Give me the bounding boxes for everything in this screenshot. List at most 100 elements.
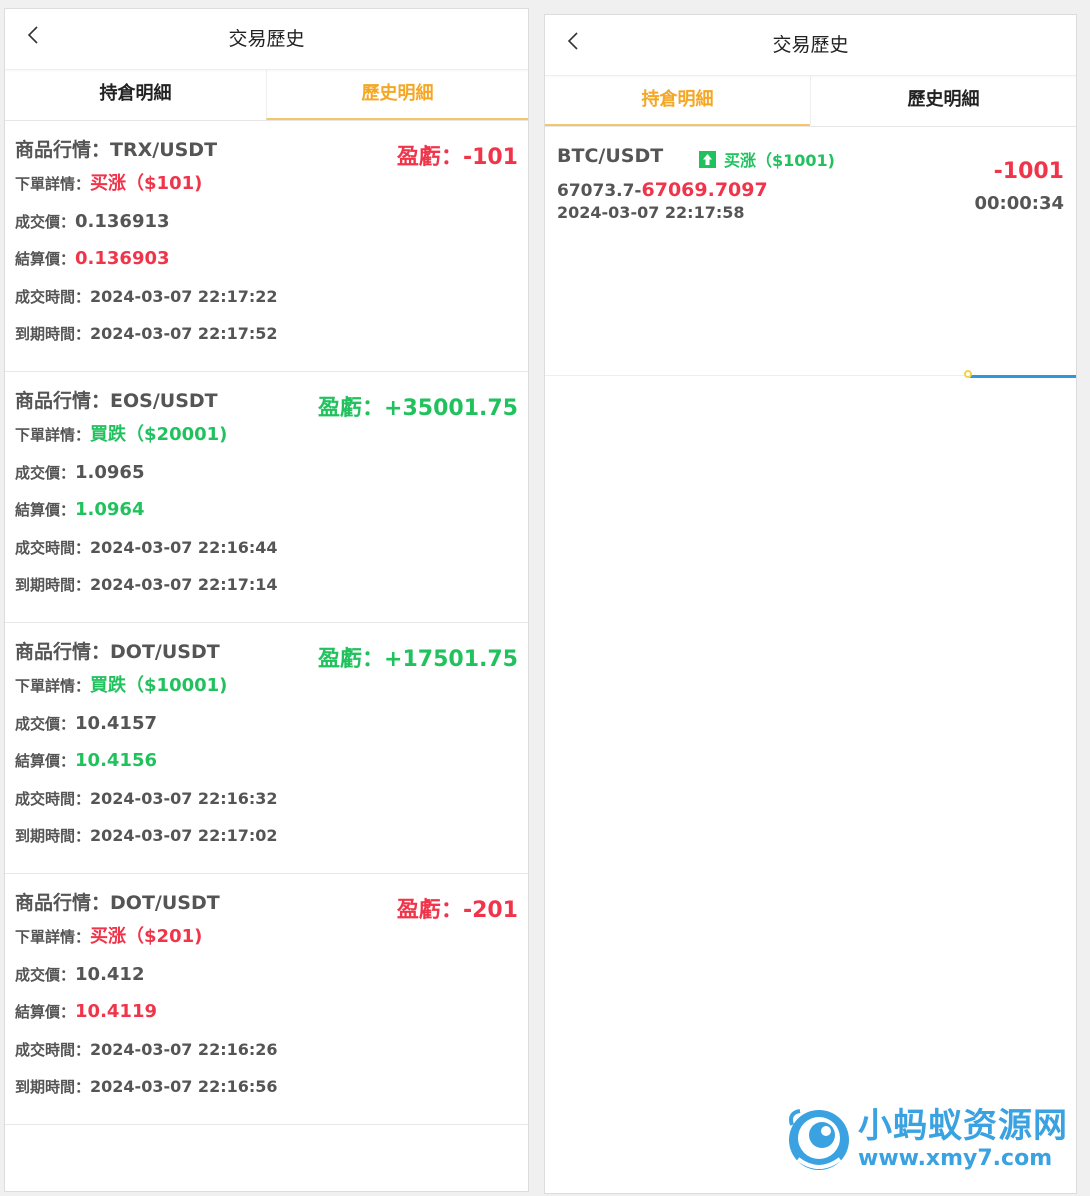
pnl-amount: -101 <box>462 145 518 170</box>
settle-price-row: 結算價：10.4119 <box>15 993 518 1031</box>
deal-time-label: 成交時間： <box>15 538 91 557</box>
order-label: 下單詳情： <box>15 426 91 444</box>
deal-price: 0.136913 <box>75 210 170 232</box>
pnl-label: 盈虧： <box>318 396 385 421</box>
page-title: 交易歷史 <box>772 34 849 56</box>
watermark: 小蚂蚁资源网 www.xmy7.com <box>784 1105 1068 1175</box>
countdown-timer: 00:00:34 <box>974 193 1064 214</box>
market-label: 商品行情： <box>15 139 111 161</box>
settle-price: 0.136903 <box>75 248 170 269</box>
order-detail: 买涨（$101) <box>90 173 203 194</box>
deal-time-label: 成交時間： <box>15 287 91 306</box>
pnl-amount: +17501.75 <box>384 647 518 672</box>
tab-positions[interactable]: 持倉明細 <box>545 76 810 126</box>
history-list: 商品行情：TRX/USDT 盈虧：-101 下單詳情：买涨（$101) 成交價：… <box>5 121 528 1125</box>
deal-time-row: 成交時間：2024-03-07 22:16:26 <box>15 1031 518 1069</box>
app-header: 交易歷史 <box>5 9 528 70</box>
tab-bar: 持倉明細 歷史明細 <box>545 76 1076 127</box>
deal-price-row: 成交價：10.4157 <box>15 705 518 743</box>
pnl-label: 盈虧： <box>318 647 385 672</box>
watermark-url: www.xmy7.com <box>858 1146 1053 1171</box>
page-title: 交易歷史 <box>228 28 305 50</box>
current-price: 67069.7097 <box>641 179 768 201</box>
deal-time: 2024-03-07 22:16:26 <box>90 1039 278 1059</box>
market-symbol: EOS/USDT <box>110 390 218 412</box>
expire-time: 2024-03-07 22:17:52 <box>90 324 278 343</box>
deal-price-row: 成交價：0.136913 <box>15 203 518 241</box>
deal-time-row: 成交時間：2024-03-07 22:17:22 <box>15 278 518 316</box>
pnl-amount: +35001.75 <box>384 396 518 421</box>
progress-marker <box>963 370 972 378</box>
deal-time: 2024-03-07 22:16:44 <box>90 537 278 557</box>
settle-price-label: 結算價： <box>15 752 76 770</box>
expire-time-row: 到期時間：2024-03-07 22:16:56 <box>15 1068 518 1106</box>
arrow-up-icon <box>699 150 716 168</box>
expire-time-label: 到期時間： <box>15 827 91 845</box>
tab-history[interactable]: 歷史明細 <box>266 70 528 120</box>
market-symbol: DOT/USDT <box>110 641 220 663</box>
position-prices: 67073.7-67069.7097 <box>557 179 768 201</box>
order-detail: 買跌（$20001) <box>90 424 228 445</box>
back-arrow-icon[interactable] <box>563 29 585 53</box>
deal-time-label: 成交時間： <box>15 789 91 808</box>
order-label: 下單詳情： <box>15 175 91 193</box>
deal-price: 10.412 <box>75 963 145 985</box>
deal-price-label: 成交價： <box>15 714 76 733</box>
tab-bar: 持倉明細 歷史明細 <box>5 70 528 121</box>
open-price: 67073.7- <box>557 181 642 201</box>
ant-logo-icon <box>789 1109 849 1170</box>
deal-price-label: 成交價： <box>15 212 76 231</box>
pnl-value: 盈虧：+35001.75 <box>318 390 518 422</box>
deal-time-row: 成交時間：2024-03-07 22:16:44 <box>15 529 518 567</box>
settle-price-label: 結算價： <box>15 501 76 519</box>
expire-time-label: 到期時間： <box>15 325 91 343</box>
order-detail: 买涨（$201) <box>90 926 203 947</box>
pnl-value: 盈虧：+17501.75 <box>318 641 518 673</box>
deal-price: 10.4157 <box>75 712 157 734</box>
tab-history[interactable]: 歷史明細 <box>810 76 1076 126</box>
tab-positions[interactable]: 持倉明細 <box>5 70 266 120</box>
settle-price-label: 結算價： <box>15 1003 76 1021</box>
settle-price-row: 結算價：10.4156 <box>15 742 518 780</box>
expire-time-row: 到期時間：2024-03-07 22:17:02 <box>15 817 518 855</box>
pnl-value: 盈虧：-201 <box>397 892 518 924</box>
position-pnl: -1001 <box>993 159 1064 184</box>
deal-price: 1.0965 <box>75 461 145 483</box>
deal-price-label: 成交價： <box>15 463 76 482</box>
expire-time-row: 到期時間：2024-03-07 22:17:52 <box>15 315 518 353</box>
position-item[interactable]: BTC/USDT 买涨（$1001) -1001 67073.7-67069.7… <box>545 127 1076 245</box>
deal-time: 2024-03-07 22:16:32 <box>90 788 278 808</box>
market-symbol: TRX/USDT <box>110 139 218 161</box>
deal-price-row: 成交價：10.412 <box>15 956 518 994</box>
market-label: 商品行情： <box>15 641 111 663</box>
deal-price-row: 成交價：1.0965 <box>15 454 518 492</box>
progress-bar <box>969 375 1076 378</box>
pnl-label: 盈虧： <box>396 145 463 170</box>
expire-time-row: 到期時間：2024-03-07 22:17:14 <box>15 566 518 604</box>
pnl-label: 盈虧： <box>396 898 463 923</box>
settle-price: 10.4156 <box>75 750 157 771</box>
settle-price: 1.0964 <box>75 499 145 520</box>
history-card[interactable]: 商品行情：EOS/USDT 盈虧：+35001.75 下單詳情：買跌（$2000… <box>5 372 528 623</box>
back-arrow-icon[interactable] <box>23 23 45 47</box>
market-symbol: DOT/USDT <box>110 892 220 914</box>
settle-price-row: 結算價：0.136903 <box>15 240 518 278</box>
expire-time: 2024-03-07 22:16:56 <box>90 1077 278 1096</box>
market-label: 商品行情： <box>15 892 111 914</box>
market-label: 商品行情： <box>15 390 111 412</box>
history-card[interactable]: 商品行情：DOT/USDT 盈虧：-201 下單詳情：买涨（$201) 成交價：… <box>5 874 528 1125</box>
order-label: 下單詳情： <box>15 677 91 695</box>
expire-time: 2024-03-07 22:17:14 <box>90 575 278 594</box>
app-header: 交易歷史 <box>545 15 1076 76</box>
settle-price: 10.4119 <box>75 1001 157 1022</box>
direction-label: 买涨（$1001) <box>724 151 835 170</box>
history-card[interactable]: 商品行情：TRX/USDT 盈虧：-101 下單詳情：买涨（$101) 成交價：… <box>5 121 528 372</box>
history-screen: 交易歷史 持倉明細 歷史明細 商品行情：TRX/USDT 盈虧：-101 下單詳… <box>4 8 529 1192</box>
expire-time: 2024-03-07 22:17:02 <box>90 826 278 845</box>
expire-time-label: 到期時間： <box>15 576 91 594</box>
settle-price-label: 結算價： <box>15 250 76 268</box>
history-card[interactable]: 商品行情：DOT/USDT 盈虧：+17501.75 下單詳情：買跌（$1000… <box>5 623 528 874</box>
position-time: 2024-03-07 22:17:58 <box>557 203 745 222</box>
settle-price-row: 結算價：1.0964 <box>15 491 518 529</box>
expire-time-label: 到期時間： <box>15 1078 91 1096</box>
